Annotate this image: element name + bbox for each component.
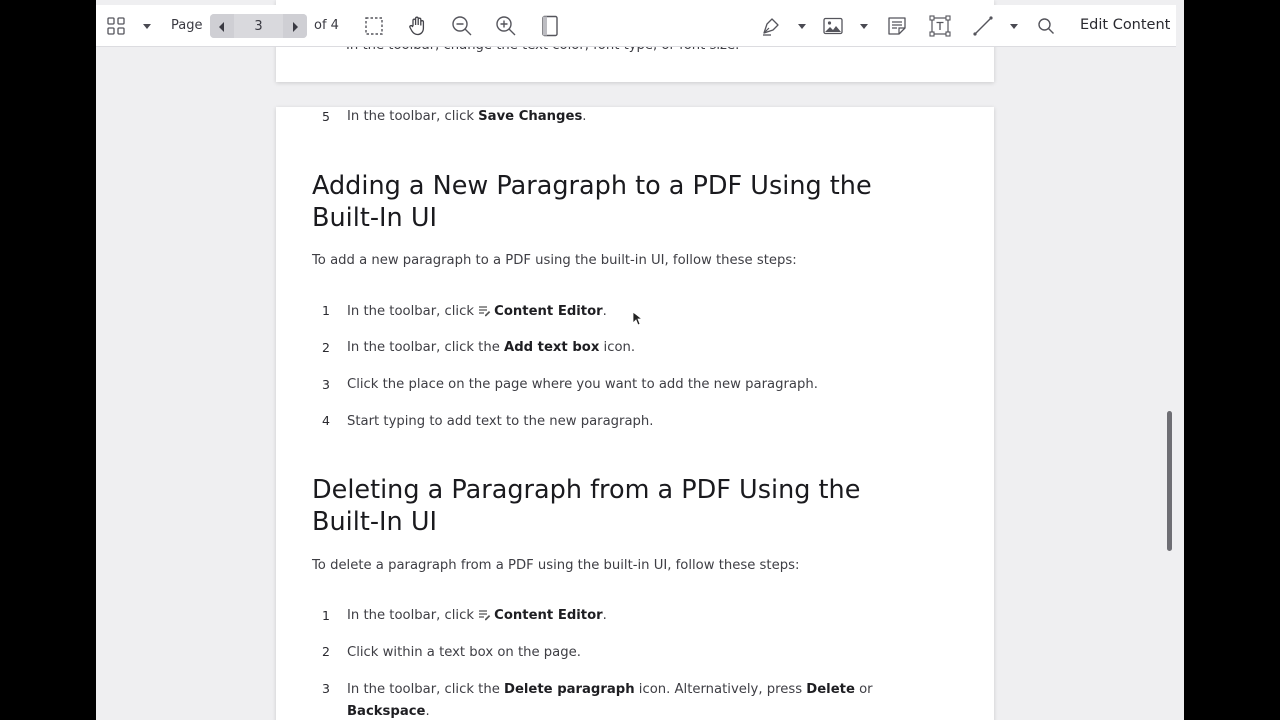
pdf-viewer: In the toolbar, change the text color, f… xyxy=(96,0,1184,720)
image-icon xyxy=(823,17,843,35)
note-button[interactable] xyxy=(884,11,910,41)
page-label: Page xyxy=(171,18,203,33)
step-number: 3 xyxy=(322,681,330,696)
content-editor-icon xyxy=(478,305,491,321)
chevron-left-icon xyxy=(218,17,226,36)
edit-content-button[interactable]: Edit Content xyxy=(1080,17,1170,33)
step-text: In the toolbar, click Save Changes. xyxy=(347,109,587,124)
pen-options-dropdown[interactable] xyxy=(796,11,808,41)
marquee-select-icon xyxy=(364,16,384,36)
content-editor-icon xyxy=(478,609,491,625)
zoom-in-button[interactable] xyxy=(493,11,519,41)
section-intro: To delete a paragraph from a PDF using t… xyxy=(312,558,800,573)
note-icon xyxy=(887,16,907,36)
main-toolbar: Page of 4 xyxy=(96,5,1176,47)
step-number: 1 xyxy=(322,608,330,623)
line-icon xyxy=(972,15,994,37)
section-intro: To add a new paragraph to a PDF using th… xyxy=(312,253,797,268)
step-text-continued: Backspace. xyxy=(347,704,430,719)
single-page-icon xyxy=(540,15,560,37)
line-tool-button[interactable] xyxy=(970,11,996,41)
chevron-right-icon xyxy=(291,17,299,36)
step-text: Click the place on the page where you wa… xyxy=(347,377,818,392)
search-button[interactable] xyxy=(1034,11,1058,41)
step-text: In the toolbar, click Content Editor. xyxy=(347,608,607,625)
chevron-down-icon xyxy=(143,23,151,29)
hand-icon xyxy=(407,15,429,37)
previous-page-button[interactable] xyxy=(210,14,234,38)
thumbnails-grid-button[interactable] xyxy=(104,11,128,41)
chevron-down-icon xyxy=(798,23,806,29)
page-count-label: of 4 xyxy=(314,18,339,33)
image-options-dropdown[interactable] xyxy=(858,11,870,41)
pen-nib-icon xyxy=(761,16,781,36)
page-layout-button[interactable] xyxy=(538,11,562,41)
next-page-button[interactable] xyxy=(283,14,307,38)
grid-icon xyxy=(107,17,125,35)
zoom-out-button[interactable] xyxy=(449,11,475,41)
step-number: 3 xyxy=(322,377,330,392)
step-text: In the toolbar, click the Delete paragra… xyxy=(347,682,873,697)
section-heading-add: Adding a New Paragraph to a PDF Using th… xyxy=(312,171,872,233)
scrollbar-thumb[interactable] xyxy=(1167,411,1172,551)
step-text: Click within a text box on the page. xyxy=(347,645,581,660)
step-number: 5 xyxy=(322,109,330,124)
view-options-dropdown[interactable] xyxy=(140,11,154,41)
page-navigator xyxy=(210,14,307,38)
text-box-button[interactable] xyxy=(927,11,953,41)
insert-image-button[interactable] xyxy=(821,11,845,41)
step-number: 2 xyxy=(322,644,330,659)
line-options-dropdown[interactable] xyxy=(1008,11,1020,41)
step-text: In the toolbar, click the Add text box i… xyxy=(347,340,636,355)
step-text: In the toolbar, click Content Editor. xyxy=(347,304,607,321)
step-text: Start typing to add text to the new para… xyxy=(347,414,654,429)
chevron-down-icon xyxy=(860,23,868,29)
zoom-out-icon xyxy=(451,15,473,37)
step-number: 2 xyxy=(322,340,330,355)
search-icon xyxy=(1037,17,1055,35)
zoom-in-icon xyxy=(495,15,517,37)
step-number: 1 xyxy=(322,303,330,318)
step-number: 4 xyxy=(322,413,330,428)
chevron-down-icon xyxy=(1010,23,1018,29)
annotation-pen-button[interactable] xyxy=(758,11,784,41)
mouse-cursor-icon xyxy=(632,311,644,330)
section-heading-delete: Deleting a Paragraph from a PDF Using th… xyxy=(312,475,861,537)
text-box-icon xyxy=(929,15,951,37)
pan-tool-button[interactable] xyxy=(404,11,432,41)
page-number-input[interactable] xyxy=(234,14,283,38)
marquee-select-button[interactable] xyxy=(362,11,386,41)
